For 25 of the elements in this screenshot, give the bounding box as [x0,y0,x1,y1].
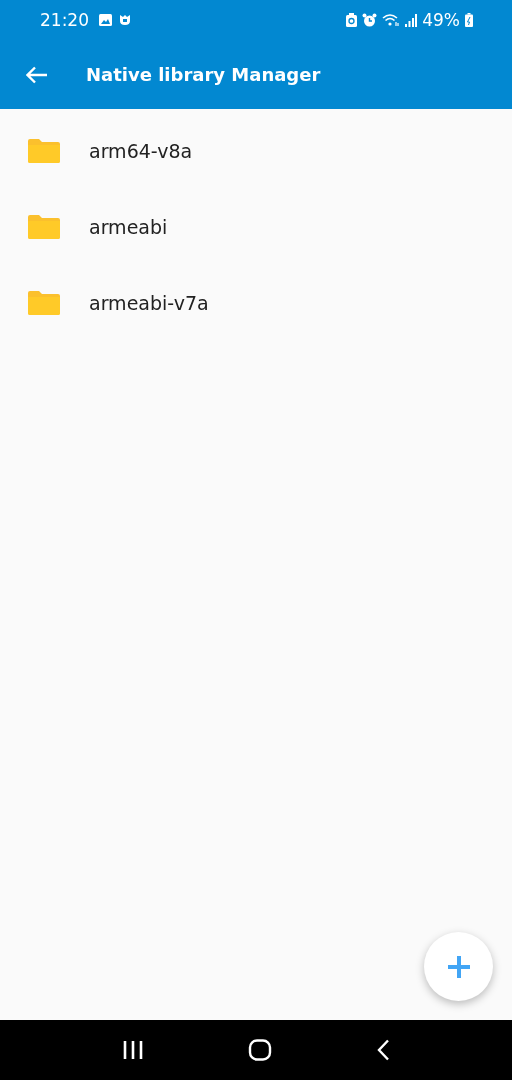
alarm-icon [362,12,378,28]
battery-charging-icon [465,13,473,27]
folder-icon [28,291,60,315]
battery-saver-icon [346,13,358,27]
signal-icon [405,13,418,27]
add-button[interactable] [424,932,493,1001]
recent-apps-icon[interactable] [122,1040,144,1060]
folder-icon [28,139,60,163]
folder-item[interactable]: armeabi [0,189,512,265]
back-arrow-icon [26,65,48,84]
back-button[interactable] [26,65,48,84]
plus-icon [446,954,471,979]
folder-icon [28,215,60,239]
folder-item[interactable]: armeabi-v7a [0,265,512,341]
app-bar-title: Native library Manager [86,64,321,85]
back-icon[interactable] [376,1039,390,1061]
image-icon [99,14,112,26]
folder-name: arm64-v8a [89,140,193,162]
wifi-icon [382,13,401,27]
folder-name: armeabi-v7a [89,292,209,314]
battery-percent: 49% [422,10,460,30]
status-time: 21:20 [40,10,89,30]
folder-item[interactable]: arm64-v8a [0,113,512,189]
folder-name: armeabi [89,216,168,238]
home-icon[interactable] [248,1039,272,1061]
